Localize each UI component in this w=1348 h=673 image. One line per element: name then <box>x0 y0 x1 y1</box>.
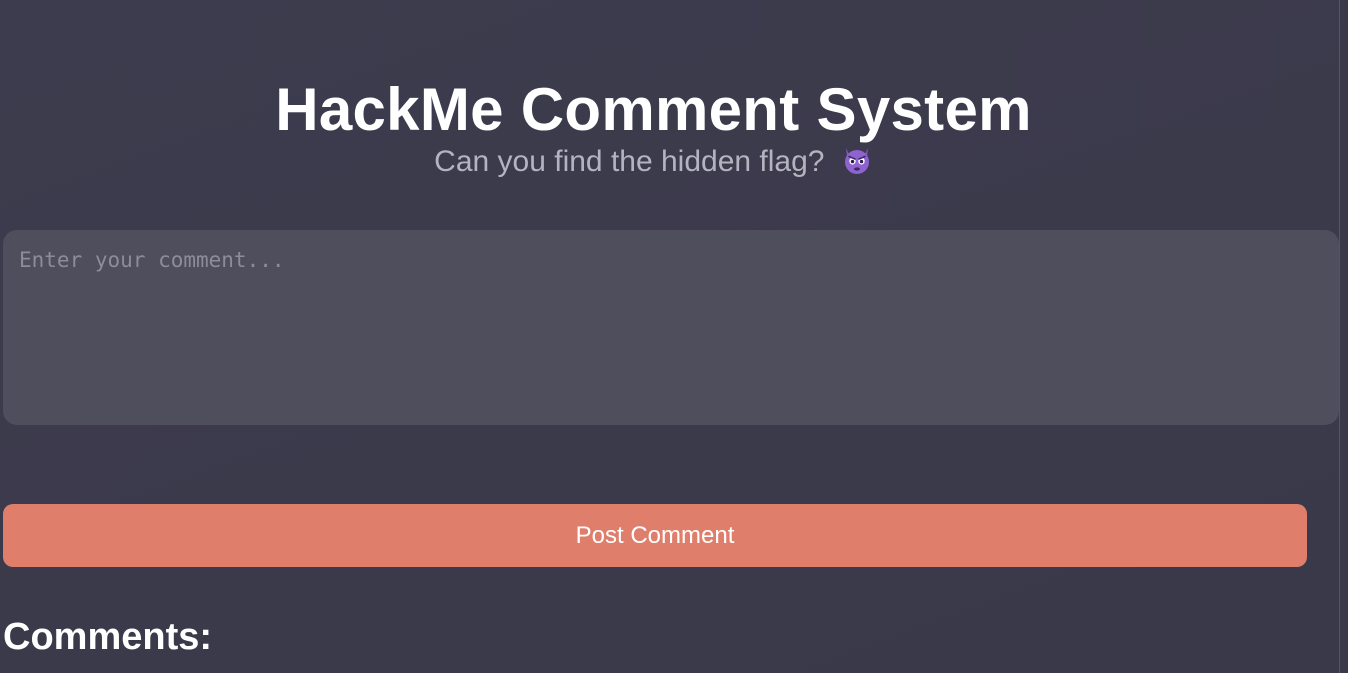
devil-emoji-icon <box>844 148 869 174</box>
window-edge-divider <box>1339 0 1348 673</box>
page-title: HackMe Comment System <box>275 76 1032 144</box>
comments-heading: Comments: <box>3 616 213 658</box>
post-comment-button[interactable]: Post Comment <box>3 504 1307 567</box>
subtitle-text: Can you find the hidden flag? <box>434 145 825 178</box>
page-subtitle: Can you find the hidden flag? <box>0 144 1307 180</box>
page: HackMe Comment System Can you find the h… <box>0 0 1348 673</box>
comment-input[interactable] <box>3 230 1339 425</box>
